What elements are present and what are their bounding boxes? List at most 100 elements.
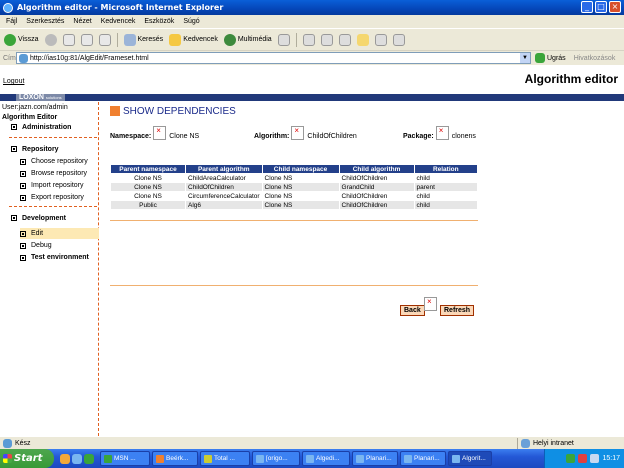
table-row: Clone NS ChildAreaCalculator Clone NS Ch… bbox=[110, 173, 479, 183]
task-button[interactable]: Algedi... bbox=[302, 451, 350, 466]
search-button[interactable]: Keresés bbox=[123, 33, 163, 46]
close-button[interactable]: × bbox=[609, 1, 621, 13]
forward-arrow-icon[interactable] bbox=[44, 33, 57, 46]
chevron-down-icon[interactable]: ▼ bbox=[520, 53, 530, 63]
page-icon bbox=[3, 438, 12, 448]
tray-icon[interactable] bbox=[578, 454, 588, 463]
section-icon bbox=[110, 106, 120, 116]
namespace-field: Namespace: Clone NS bbox=[110, 126, 199, 140]
bullet-icon bbox=[11, 215, 17, 222]
ie-icon bbox=[3, 2, 13, 13]
bullet-icon bbox=[20, 254, 26, 261]
sidebar-item-administration[interactable]: Administration bbox=[11, 124, 71, 131]
task-button[interactable]: MSN ... bbox=[100, 451, 150, 466]
broken-image-icon bbox=[424, 297, 437, 311]
table-cell: child bbox=[413, 191, 479, 201]
status-bar: Kész Helyi intranet bbox=[0, 436, 624, 449]
address-bar: Cím http://ias10g:81/AlgEdit/Frameset.ht… bbox=[0, 50, 624, 65]
table-header-row: Parent namespace Parent algorithm Child … bbox=[110, 164, 479, 174]
quicklaunch-icon[interactable] bbox=[84, 453, 94, 464]
multimedia-icon bbox=[223, 33, 236, 46]
page-content: Logout Algorithm editor LOXON solutions U… bbox=[0, 66, 624, 436]
bullet-icon bbox=[20, 242, 26, 249]
address-input[interactable]: http://ias10g:81/AlgEdit/Frameset.html ▼ bbox=[16, 52, 531, 64]
research-icon[interactable] bbox=[392, 33, 405, 46]
bullet-icon bbox=[11, 146, 17, 153]
quicklaunch-icon[interactable] bbox=[60, 453, 70, 464]
maximize-button[interactable]: □ bbox=[595, 1, 607, 13]
back-button[interactable]: Vissza bbox=[4, 33, 39, 46]
table-cell: Clone NS bbox=[110, 173, 186, 183]
table-cell: Alg6 bbox=[185, 200, 263, 210]
task-button[interactable]: Planari... bbox=[400, 451, 446, 466]
edit-icon[interactable] bbox=[338, 33, 351, 46]
favorites-button[interactable]: Kedvencek bbox=[169, 33, 218, 46]
links-toolbar[interactable]: Hivatkozások bbox=[574, 55, 616, 62]
go-arrow-icon bbox=[535, 53, 545, 63]
title-bar: Algorithm editor - Microsoft Internet Ex… bbox=[0, 0, 624, 15]
ie-icon bbox=[306, 454, 314, 463]
table-cell: child bbox=[413, 200, 479, 210]
stop-icon[interactable] bbox=[62, 33, 75, 46]
package-value: clonens bbox=[451, 133, 476, 140]
task-button-active[interactable]: Algorit... bbox=[448, 451, 492, 466]
table-cell: Clone NS bbox=[261, 182, 340, 192]
divider bbox=[9, 206, 97, 207]
task-button[interactable]: Total ... bbox=[200, 451, 250, 466]
sidebar-item-export-repository[interactable]: Export repository bbox=[20, 192, 99, 203]
sidebar-item-debug[interactable]: Debug bbox=[20, 240, 99, 251]
sidebar-item-edit[interactable]: Edit bbox=[20, 228, 99, 239]
task-button[interactable]: Planari... bbox=[352, 451, 398, 466]
menu-tools[interactable]: Eszközök bbox=[144, 18, 174, 25]
sidebar-item-browse-repository[interactable]: Browse repository bbox=[20, 168, 99, 179]
print-icon[interactable] bbox=[320, 33, 333, 46]
table-cell: ChildOfChildren bbox=[338, 173, 415, 183]
folder-icon[interactable] bbox=[356, 33, 369, 46]
table-cell: ChildOfChildren bbox=[185, 182, 263, 192]
broken-image-icon bbox=[153, 126, 167, 140]
start-button[interactable]: Start bbox=[0, 449, 54, 468]
column-header: Relation bbox=[413, 164, 479, 174]
mail-icon[interactable] bbox=[302, 33, 315, 46]
menu-bar: Fájl Szerkesztés Nézet Kedvencek Eszközö… bbox=[0, 15, 624, 28]
menu-help[interactable]: Súgó bbox=[183, 18, 199, 25]
sidebar-item-import-repository[interactable]: Import repository bbox=[20, 180, 99, 191]
sidebar-item-test-environment[interactable]: Test environment bbox=[20, 252, 99, 263]
divider bbox=[110, 220, 478, 221]
divider bbox=[110, 285, 478, 286]
go-button[interactable]: Ugrás bbox=[535, 53, 566, 63]
home-icon[interactable] bbox=[98, 33, 111, 46]
quicklaunch-icon[interactable] bbox=[72, 453, 82, 464]
multimedia-button[interactable]: Multimédia bbox=[223, 33, 272, 46]
tray-icon[interactable] bbox=[566, 454, 576, 463]
star-icon bbox=[169, 33, 182, 46]
table-cell: Clone NS bbox=[261, 200, 340, 210]
menu-favorites[interactable]: Kedvencek bbox=[101, 18, 136, 25]
refresh-button[interactable]: Refresh bbox=[440, 305, 475, 316]
menu-view[interactable]: Nézet bbox=[73, 18, 91, 25]
bullet-icon bbox=[20, 230, 26, 237]
refresh-icon[interactable] bbox=[80, 33, 93, 46]
sidebar-item-choose-repository[interactable]: Choose repository bbox=[20, 156, 99, 167]
tray-icon[interactable] bbox=[590, 454, 600, 463]
menu-file[interactable]: Fájl bbox=[6, 18, 17, 25]
history-icon[interactable] bbox=[277, 33, 290, 46]
table-cell: child bbox=[413, 173, 479, 183]
system-tray: 15:17 bbox=[544, 449, 624, 468]
table-cell: Clone NS bbox=[261, 173, 340, 183]
task-button[interactable]: Beérk... bbox=[152, 451, 198, 466]
minimize-button[interactable]: _ bbox=[581, 1, 593, 13]
window-controls: _ □ × bbox=[581, 1, 621, 13]
sidebar-section-repository: Repository bbox=[11, 146, 59, 153]
menu-edit[interactable]: Szerkesztés bbox=[26, 18, 64, 25]
task-button[interactable]: [origo... bbox=[252, 451, 300, 466]
back-button[interactable]: Back bbox=[400, 305, 425, 316]
ie-icon bbox=[452, 454, 460, 463]
algorithm-value: ChildOfChildren bbox=[307, 133, 357, 140]
messenger-icon[interactable] bbox=[374, 33, 387, 46]
user-label: User:jazn.com/admin bbox=[2, 104, 68, 111]
broken-image-icon bbox=[435, 126, 449, 140]
logout-link[interactable]: Logout bbox=[3, 78, 24, 85]
clock[interactable]: 15:17 bbox=[602, 455, 620, 462]
app-header: Logout Algorithm editor bbox=[0, 66, 624, 94]
